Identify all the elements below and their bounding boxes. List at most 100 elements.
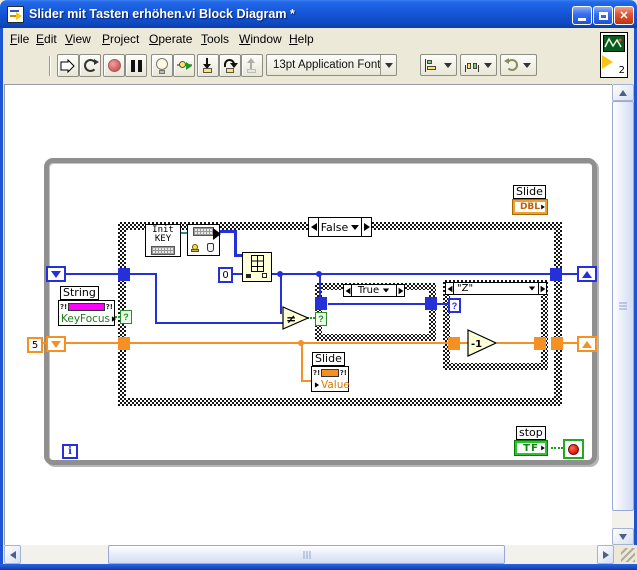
block-diagram-canvas[interactable]: False True "Z" Init KEY 0 5 ≠ -1 String … [4,84,612,545]
menu-edit[interactable]: Edit [34,29,59,49]
decrement-node[interactable]: -1 [467,329,498,357]
step-out-button[interactable] [241,54,263,77]
wire-junction-dot [298,340,304,346]
scroll-down-button[interactable] [612,528,634,545]
wire-blue-left[interactable] [66,273,118,275]
wire-orange-right[interactable] [563,342,577,344]
wire-blue-branch-bottom[interactable] [155,322,283,324]
shift-register-right-orange[interactable] [577,336,597,352]
step-over-button[interactable] [219,54,241,77]
keyboard-acquire-node[interactable] [187,224,221,256]
wire-blue-tunnel-branch[interactable] [130,273,155,275]
case-selector-false[interactable]: False [308,217,372,237]
abort-button[interactable] [103,54,125,77]
numeric-constant-five[interactable]: 5 [27,337,43,353]
tunnel-selector-outer[interactable]: ? [120,310,132,324]
menu-operate[interactable]: Operate [147,29,194,49]
tunnel-blue-true-left[interactable] [315,297,327,310]
retain-wire-icon [176,59,192,72]
horizontal-scroll-thumb[interactable] [108,545,505,564]
abort-icon [107,59,121,72]
retain-wire-values-button[interactable] [173,54,195,77]
loop-condition-terminal[interactable] [563,439,584,459]
titlebar[interactable]: Slider mit Tasten erhöhen.vi Block Diagr… [0,0,637,28]
align-objects-button[interactable] [420,54,457,76]
loop-iteration-terminal[interactable]: i [62,444,78,459]
menu-project[interactable]: Project [100,29,141,49]
case-next-arrow-icon[interactable] [361,218,371,236]
tunnel-blue-right[interactable] [550,268,562,281]
menu-file[interactable]: File [8,29,31,49]
wire-blue-to-zcase[interactable] [437,303,448,305]
wire-blue-keyboard-down[interactable] [234,230,237,257]
slide-value-property-node[interactable]: ?! ?! Value [311,366,350,392]
wire-blue-keyboard-in[interactable] [234,254,242,257]
wire-blue-through-true[interactable] [328,303,425,305]
shift-register-left-orange[interactable] [46,336,66,352]
case-next-arrow-icon[interactable] [538,283,546,294]
wire-blue-main[interactable] [272,273,550,275]
reorder-objects-button[interactable] [500,54,537,76]
pause-button[interactable] [125,54,147,77]
horizontal-scrollbar[interactable] [4,545,614,564]
minimize-button[interactable] [572,6,592,25]
property-row-keyfocus[interactable]: KeyFocus [59,313,117,325]
wire-orange-value-in[interactable] [301,380,311,382]
run-continuously-button[interactable] [79,54,101,77]
shift-register-right-blue[interactable] [577,266,597,282]
case-selector-true[interactable]: True [343,284,405,297]
case-prev-arrow-icon[interactable] [344,285,352,296]
case-selector-z[interactable]: "Z" [445,282,547,295]
index-array-node[interactable] [242,252,272,282]
not-equal-node[interactable]: ≠ [282,306,310,331]
wire-orange-left[interactable] [66,342,118,344]
vertical-scroll-thumb[interactable] [612,101,634,511]
shift-register-left-blue[interactable] [46,266,66,282]
horizontal-scroll-track[interactable] [21,545,597,564]
menu-help[interactable]: Help [287,29,316,49]
scroll-up-button[interactable] [612,84,634,101]
tunnel-orange-left[interactable] [118,337,130,350]
scroll-left-button[interactable] [4,545,21,564]
stop-tf-terminal[interactable]: TF [514,440,548,456]
case-next-arrow-icon[interactable] [396,285,404,296]
init-key-node[interactable]: Init KEY [145,224,181,257]
tunnel-selector-z[interactable]: ? [448,298,461,313]
tunnel-orange-z-left[interactable] [448,337,460,350]
slide-dbl-terminal[interactable]: DBL [512,199,548,215]
menu-view[interactable]: View [63,29,93,49]
tunnel-orange-right[interactable] [551,337,563,350]
property-row-value[interactable]: Value [312,379,350,391]
wire-blue-zero[interactable] [233,273,242,275]
maximize-button[interactable] [593,6,613,25]
case-prev-arrow-icon[interactable] [446,283,454,294]
numeric-constant-zero[interactable]: 0 [218,267,233,283]
tunnel-blue-true-right[interactable] [425,297,437,310]
case-prev-arrow-icon[interactable] [309,218,319,236]
run-button[interactable] [57,54,79,77]
scroll-right-button[interactable] [597,545,614,564]
vi-waveform-icon [603,35,625,52]
distribute-objects-button[interactable] [460,54,497,76]
wire-blue-branch-down[interactable] [155,273,157,324]
wire-orange-to-value[interactable] [301,344,303,382]
window-resize-grip[interactable] [614,545,637,564]
menu-window[interactable]: Window [237,29,284,49]
font-selector-dropdown[interactable] [380,55,396,75]
font-selector[interactable]: 13pt Application Font [266,54,397,76]
vertical-scroll-track[interactable] [612,101,634,528]
string-keyfocus-property-node[interactable]: ?! ?! KeyFocus [58,300,117,326]
tunnel-selector-true[interactable]: ? [315,312,327,326]
wire-orange-main[interactable] [130,342,448,344]
menu-tools[interactable]: Tools [199,29,231,49]
wire-blue-right[interactable] [562,273,577,275]
tunnel-orange-z-right[interactable] [534,337,546,350]
wire-orange-decrement-out[interactable] [497,342,538,344]
step-into-button[interactable] [197,54,219,77]
vi-icon-button[interactable]: 2 [600,32,628,78]
highlight-execution-button[interactable] [151,54,173,77]
vertical-scrollbar[interactable] [612,84,634,545]
tunnel-blue-left[interactable] [118,268,130,281]
close-button[interactable]: ✕ [614,6,634,25]
wire-green-stop[interactable] [551,447,563,449]
